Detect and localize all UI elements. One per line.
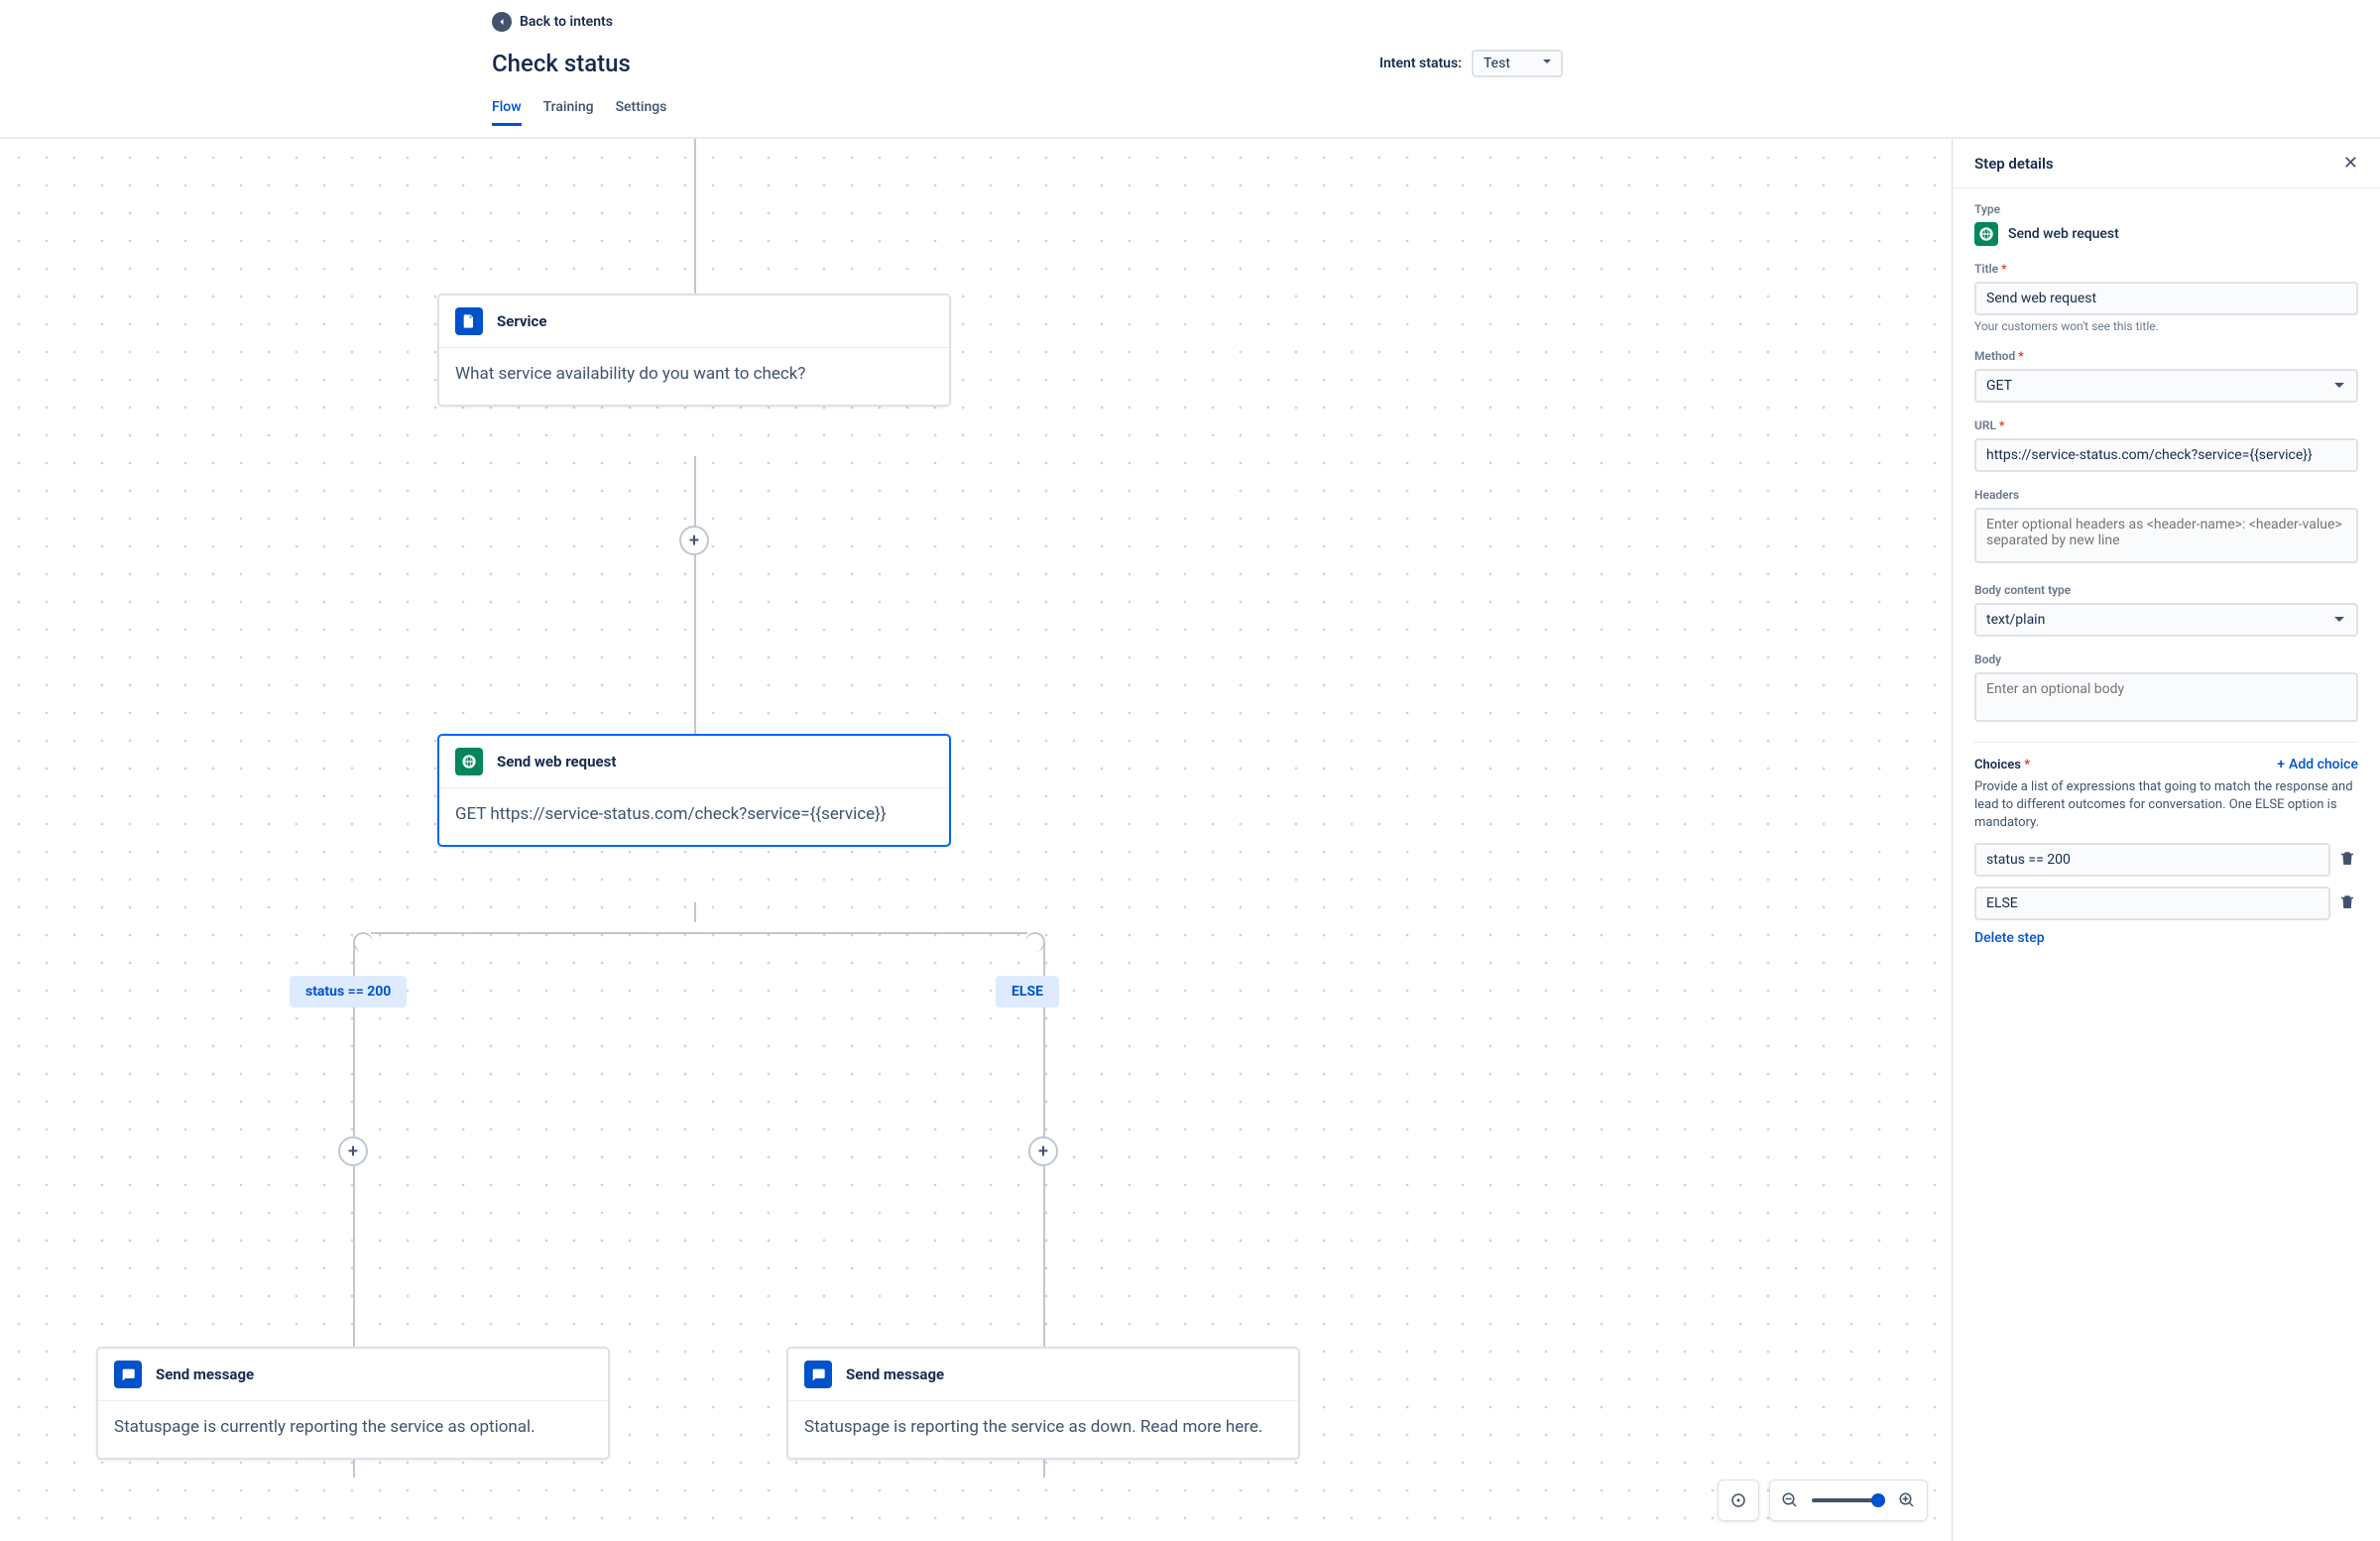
connector-line (694, 139, 696, 294)
add-step-button-left[interactable]: + (338, 1136, 368, 1166)
web-request-icon (455, 748, 483, 775)
headers-label: Headers (1974, 488, 2358, 502)
connector-line (371, 932, 1027, 934)
method-label: Method (1974, 349, 2358, 363)
branch-label-else[interactable]: ELSE (996, 976, 1059, 1008)
choice-input-1[interactable] (1974, 843, 2330, 877)
connector-line (694, 902, 696, 922)
plus-icon: + (2277, 757, 2285, 772)
choice-row (1974, 843, 2358, 877)
tab-settings[interactable]: Settings (616, 99, 667, 126)
choices-label: Choices * (1974, 758, 2030, 772)
step-details-panel: Step details ✕ Type Send web request Tit… (1952, 139, 2380, 1541)
body-type-label: Body content type (1974, 583, 2358, 597)
zoom-in-icon[interactable] (1897, 1490, 1917, 1510)
zoom-slider[interactable] (1812, 1498, 1885, 1502)
arrow-left-icon (492, 12, 512, 32)
url-input[interactable] (1974, 438, 2358, 472)
add-choice-button[interactable]: + Add choice (2277, 757, 2358, 772)
body-label: Body (1974, 652, 2358, 666)
connector-corner (353, 932, 373, 952)
title-hint: Your customers won't see this title. (1974, 319, 2358, 333)
body-input[interactable] (1974, 672, 2358, 722)
node-title: Send message (156, 1365, 254, 1383)
add-step-button[interactable]: + (679, 526, 709, 555)
headers-input[interactable] (1974, 508, 2358, 563)
trash-icon[interactable] (2338, 893, 2358, 913)
choices-description: Provide a list of expressions that going… (1974, 778, 2358, 833)
delete-step-button[interactable]: Delete step (1974, 930, 2358, 946)
method-select[interactable]: GET (1974, 369, 2358, 403)
message-icon (804, 1361, 832, 1388)
body-type-select[interactable]: text/plain (1974, 603, 2358, 637)
node-body: What service availability do you want to… (439, 348, 949, 405)
page-title: Check status (492, 50, 631, 77)
node-title: Send web request (497, 753, 616, 770)
node-send-message-up[interactable]: Send message Statuspage is currently rep… (96, 1347, 610, 1460)
node-send-message-down[interactable]: Send message Statuspage is reporting the… (786, 1347, 1300, 1460)
node-title: Send message (846, 1365, 944, 1383)
connector-corner (1025, 932, 1045, 952)
close-icon[interactable]: ✕ (2343, 153, 2358, 174)
flow-canvas[interactable]: Service What service availability do you… (0, 139, 1952, 1541)
zoom-out-icon[interactable] (1780, 1490, 1800, 1510)
crosshair-icon[interactable] (1728, 1490, 1748, 1510)
node-body: Statuspage is currently reporting the se… (98, 1401, 608, 1458)
node-body: Statuspage is reporting the service as d… (788, 1401, 1298, 1458)
type-label: Type (1974, 202, 2358, 216)
tab-flow[interactable]: Flow (492, 99, 522, 126)
node-body: GET https://service-status.com/check?ser… (439, 788, 949, 845)
recenter-box (1718, 1480, 1759, 1521)
connector-line (694, 555, 696, 754)
document-icon (455, 307, 483, 335)
back-to-intents-link[interactable]: Back to intents (492, 12, 1563, 32)
choice-row (1974, 887, 2358, 920)
title-label: Title (1974, 262, 2358, 276)
web-request-icon (1974, 222, 1998, 246)
node-send-web-request[interactable]: Send web request GET https://service-sta… (437, 734, 951, 847)
add-step-button-right[interactable]: + (1028, 1136, 1058, 1166)
zoom-control (1769, 1480, 1928, 1521)
tab-training[interactable]: Training (543, 99, 594, 126)
type-value: Send web request (2008, 226, 2119, 242)
message-icon (114, 1361, 142, 1388)
divider (1974, 742, 2358, 743)
url-label: URL (1974, 418, 2358, 432)
choice-input-2[interactable] (1974, 887, 2330, 920)
back-link-label: Back to intents (520, 14, 613, 30)
title-input[interactable] (1974, 282, 2358, 315)
branch-label-status-200[interactable]: status == 200 (290, 976, 407, 1008)
node-service[interactable]: Service What service availability do you… (437, 294, 951, 407)
intent-status-label: Intent status: (1379, 56, 1462, 71)
intent-status-select[interactable]: Test (1472, 50, 1563, 77)
trash-icon[interactable] (2338, 850, 2358, 870)
node-title: Service (497, 312, 546, 330)
panel-title: Step details (1974, 155, 2054, 173)
